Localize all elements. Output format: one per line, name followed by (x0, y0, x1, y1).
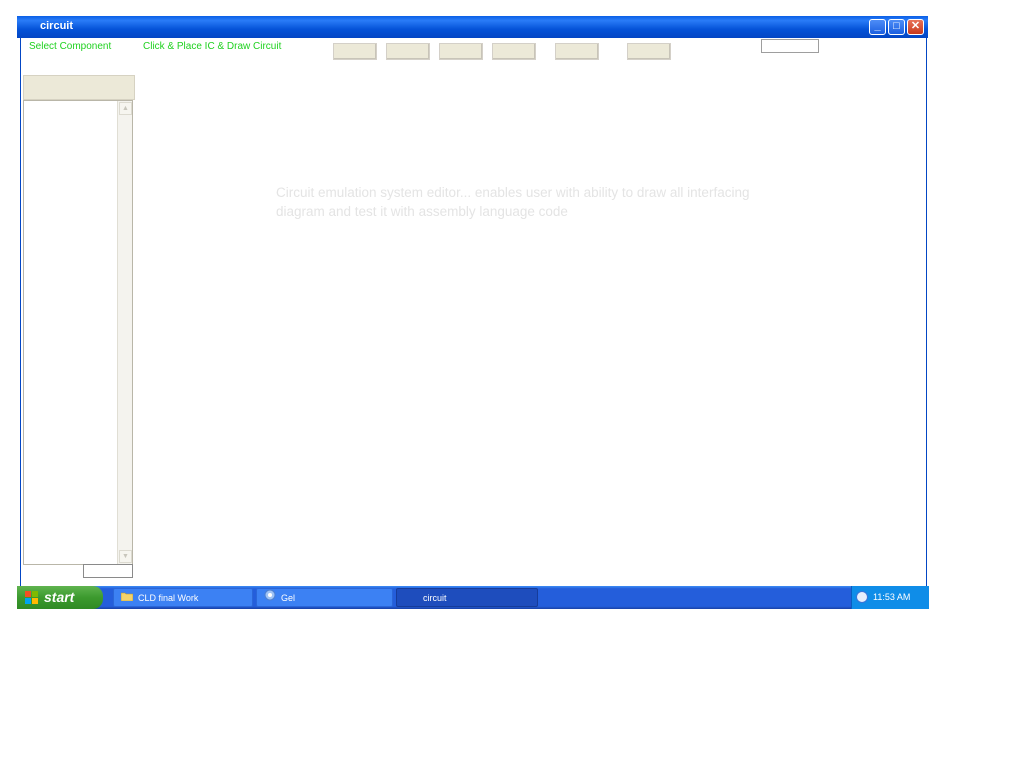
click-place-label: Click & Place IC & Draw Circuit (143, 41, 282, 52)
taskbar-item-circuit[interactable]: circuit (396, 588, 538, 607)
minimize-button[interactable]: _ (869, 19, 886, 35)
taskbar-item-gel[interactable]: Gel (256, 588, 393, 607)
taskbar-item-label: CLD final Work (138, 593, 199, 603)
scroll-up-icon[interactable]: ▲ (119, 102, 132, 115)
toolbar-button-5[interactable] (555, 43, 599, 60)
select-component-label: Select Component (29, 41, 112, 52)
description-text: Circuit emulation system editor... enabl… (276, 185, 750, 219)
window-title: circuit (40, 20, 74, 32)
close-icon: ✕ (910, 20, 921, 32)
folder-icon (120, 589, 134, 606)
maximize-button[interactable]: □ (888, 19, 905, 35)
app-icon (264, 589, 276, 606)
system-tray: 11:53 AM (851, 586, 929, 609)
start-button[interactable]: start (17, 586, 103, 609)
clock[interactable]: 11:53 AM (873, 586, 910, 609)
taskbar: start CLD final Work Gel circuit 11:53 A… (17, 586, 929, 609)
sidebar-bottom-input[interactable] (83, 564, 133, 578)
windows-logo-icon (25, 591, 39, 604)
close-button[interactable]: ✕ (907, 19, 924, 35)
start-label: start (44, 589, 75, 605)
component-list[interactable]: ▲ ▼ (23, 100, 133, 565)
client-area: Select Component Click & Place IC & Draw… (20, 38, 927, 586)
component-list-scrollbar[interactable]: ▲ ▼ (117, 101, 132, 564)
component-select-button[interactable] (23, 75, 135, 100)
scroll-down-icon[interactable]: ▼ (119, 550, 132, 563)
toolbar-button-1[interactable] (333, 43, 377, 60)
toolbar-button-6[interactable] (627, 43, 671, 60)
maximize-icon: □ (893, 20, 900, 32)
toolbar-button-4[interactable] (492, 43, 536, 60)
toolbar-text-input[interactable] (761, 39, 819, 53)
minimize-icon: _ (874, 20, 881, 32)
toolbar-button-3[interactable] (439, 43, 483, 60)
network-icon[interactable] (856, 591, 868, 603)
screen: circuit _ □ ✕ Select Component Click & P… (17, 16, 929, 609)
taskbar-item-label: Gel (281, 593, 296, 603)
taskbar-item-cld-final-work[interactable]: CLD final Work (113, 588, 253, 607)
window-titlebar[interactable]: circuit _ □ ✕ (17, 16, 928, 38)
taskbar-item-label: circuit (423, 593, 447, 603)
toolbar-button-2[interactable] (386, 43, 430, 60)
